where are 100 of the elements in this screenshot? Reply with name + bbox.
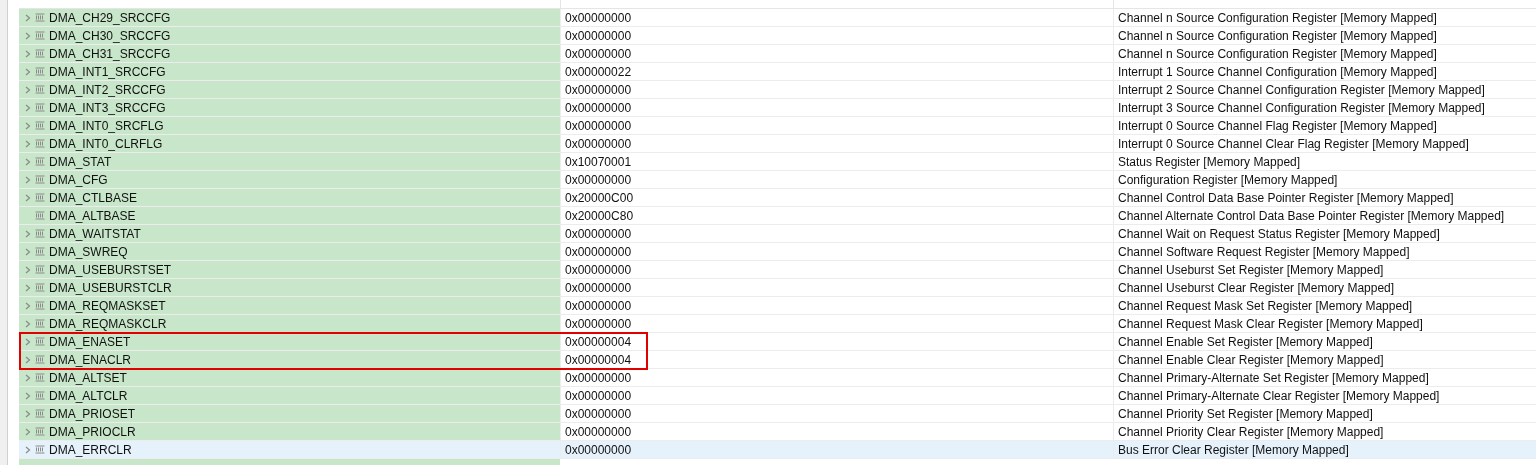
register-icon xyxy=(35,211,45,220)
register-row[interactable]: DMA_WAITSTAT 0x00000000 Channel Wait on Request Status Register [Memory Mapped] xyxy=(19,225,1536,243)
register-row[interactable]: DMA_CH29_SRCCFG 0x00000000 Channel n Source Configuration Register [Memory Mapped] xyxy=(19,9,1536,27)
register-description: Interrupt 0 Source Channel Clear Flag Register [Memory Mapped] xyxy=(1118,135,1469,153)
chevron-icon[interactable] xyxy=(25,103,31,112)
register-name: DMA_INT0_CLRFLG xyxy=(49,135,163,153)
register-row[interactable]: DMA_INT0_CLRFLG 0x00000000 Interrupt 0 Source Channel Clear Flag Register [Memory Mapped] xyxy=(19,135,1536,153)
register-row[interactable]: DMA_ALTCLR 0x00000000 Channel Primary-Alternate Clear Register [Memory Mapped] xyxy=(19,387,1536,405)
register-name: DMA_CTLBASE xyxy=(49,189,138,207)
register-name: DMA_REQMASKCLR xyxy=(49,315,167,333)
register-description: Interrupt 1 Source Channel Configuration [Memory Mapped] xyxy=(1118,63,1437,81)
register-name: DMA_ENASET xyxy=(49,333,131,351)
register-description: Channel Primary-Alternate Clear Register [Memory Mapped] xyxy=(1118,387,1440,405)
chevron-icon[interactable] xyxy=(25,67,31,76)
chevron-icon[interactable] xyxy=(25,13,31,22)
register-description: Channel Useburst Set Register [Memory Mapped] xyxy=(1118,261,1384,279)
register-row[interactable]: DMA_PRIOCLR 0x00000000 Channel Priority Clear Register [Memory Mapped] xyxy=(19,423,1536,441)
chevron-icon[interactable] xyxy=(25,139,31,148)
register-value: 0x00000004 xyxy=(565,351,632,369)
chevron-icon[interactable] xyxy=(25,301,31,310)
register-icon xyxy=(35,13,45,22)
register-value: 0x00000000 xyxy=(565,45,632,63)
register-row[interactable]: DMA_ALTSET 0x00000000 Channel Primary-Alternate Set Register [Memory Mapped] xyxy=(19,369,1536,387)
register-value: 0x00000022 xyxy=(565,63,632,81)
register-value: 0x00000000 xyxy=(565,423,632,441)
chevron-icon[interactable] xyxy=(25,391,31,400)
chevron-icon[interactable] xyxy=(25,427,31,436)
chevron-icon[interactable] xyxy=(25,319,31,328)
register-name: DMA_INT2_SRCCFG xyxy=(49,81,166,99)
register-value: 0x00000000 xyxy=(565,9,632,27)
chevron-icon[interactable] xyxy=(25,49,31,58)
register-row[interactable]: DMA_CH30_SRCCFG 0x00000000 Channel n Source Configuration Register [Memory Mapped] xyxy=(19,27,1536,45)
register-description: Channel Priority Set Register [Memory Mapped] xyxy=(1118,405,1373,423)
register-description: Interrupt 2 Source Channel Configuration Register [Memory Mapped] xyxy=(1118,81,1485,99)
register-name: DMA_INT0_SRCFLG xyxy=(49,117,164,135)
register-row[interactable]: DMA_ERRCLR 0x00000000 Bus Error Clear Register [Memory Mapped] xyxy=(19,441,1536,459)
register-name: DMA_CFG xyxy=(49,171,108,189)
register-row[interactable]: DMA_USEBURSTSET 0x00000000 Channel Useburst Set Register [Memory Mapped] xyxy=(19,261,1536,279)
register-description: Channel n Source Configuration Register [Memory Mapped] xyxy=(1118,45,1437,63)
register-name: DMA_CH31_SRCCFG xyxy=(49,45,171,63)
register-row[interactable]: DMA_INT1_SRCCFG 0x00000022 Interrupt 1 Source Channel Configuration [Memory Mapped] xyxy=(19,63,1536,81)
register-icon xyxy=(35,265,45,274)
chevron-icon[interactable] xyxy=(25,85,31,94)
register-value: 0x00000000 xyxy=(565,27,632,45)
chevron-icon[interactable] xyxy=(25,247,31,256)
register-description: Interrupt 0 Source Channel Flag Register [Memory Mapped] xyxy=(1118,117,1437,135)
chevron-icon[interactable] xyxy=(25,265,31,274)
chevron-icon[interactable] xyxy=(25,283,31,292)
chevron-icon[interactable] xyxy=(25,355,31,364)
register-icon xyxy=(35,427,45,436)
register-name: DMA_PRIOCLR xyxy=(49,423,136,441)
register-icon xyxy=(35,49,45,58)
chevron-icon[interactable] xyxy=(25,337,31,346)
register-icon xyxy=(35,85,45,94)
register-icon xyxy=(35,31,45,40)
register-row[interactable]: DMA_CH31_SRCCFG 0x00000000 Channel n Source Configuration Register [Memory Mapped] xyxy=(19,45,1536,63)
register-description: Channel Wait on Request Status Register [Memory Mapped] xyxy=(1118,225,1440,243)
register-icon xyxy=(35,175,45,184)
register-row[interactable]: DMA_INT3_SRCCFG 0x00000000 Interrupt 3 Source Channel Configuration Register [Memory Mapped] xyxy=(19,99,1536,117)
register-row[interactable]: DMA_INT0_SRCFLG 0x00000000 Interrupt 0 Source Channel Flag Register [Memory Mapped] xyxy=(19,117,1536,135)
register-row[interactable]: DMA_CTLBASE 0x20000C00 Channel Control Data Base Pointer Register [Memory Mapped] xyxy=(19,189,1536,207)
register-value: 0x00000000 xyxy=(565,135,632,153)
chevron-icon[interactable] xyxy=(25,373,31,382)
register-row[interactable]: DMA_ALTBASE 0x20000C80 Channel Alternate Control Data Base Pointer Register [Memory Mapped] xyxy=(19,207,1536,225)
chevron-icon[interactable] xyxy=(25,31,31,40)
register-description: Bus Error Clear Register [Memory Mapped] xyxy=(1118,441,1349,459)
register-row[interactable]: DMA_REQMASKSET 0x00000000 Channel Request Mask Set Register [Memory Mapped] xyxy=(19,297,1536,315)
chevron-icon[interactable] xyxy=(25,193,31,202)
register-row[interactable]: DMA_ENACLR 0x00000004 Channel Enable Clear Register [Memory Mapped] xyxy=(19,351,1536,369)
register-description: Channel Request Mask Set Register [Memory Mapped] xyxy=(1118,297,1413,315)
chevron-icon[interactable] xyxy=(25,445,31,454)
chevron-icon[interactable] xyxy=(25,157,31,166)
register-row[interactable]: DMA_CFG 0x00000000 Configuration Register [Memory Mapped] xyxy=(19,171,1536,189)
chevron-icon[interactable] xyxy=(25,121,31,130)
register-row[interactable]: DMA_PRIOSET 0x00000000 Channel Priority Set Register [Memory Mapped] xyxy=(19,405,1536,423)
register-value: 0x00000000 xyxy=(565,225,632,243)
register-row[interactable]: DMA_STAT 0x10070001 Status Register [Memory Mapped] xyxy=(19,153,1536,171)
chevron-icon[interactable] xyxy=(25,229,31,238)
register-icon xyxy=(35,373,45,382)
register-icon xyxy=(35,247,45,256)
register-name: DMA_INT1_SRCCFG xyxy=(49,63,166,81)
register-icon xyxy=(35,67,45,76)
register-description: Channel Primary-Alternate Set Register [Memory Mapped] xyxy=(1118,369,1429,387)
register-row[interactable]: DMA_USEBURSTCLR 0x00000000 Channel Useburst Clear Register [Memory Mapped] xyxy=(19,279,1536,297)
register-row[interactable]: DMA_SWREQ 0x00000000 Channel Software Request Register [Memory Mapped] xyxy=(19,243,1536,261)
register-icon xyxy=(35,355,45,364)
register-name: DMA_ENACLR xyxy=(49,351,132,369)
register-row[interactable]: DMA_ENASET 0x00000004 Channel Enable Set Register [Memory Mapped] xyxy=(19,333,1536,351)
register-name: DMA_INT3_SRCCFG xyxy=(49,99,166,117)
register-icon xyxy=(35,229,45,238)
register-icon xyxy=(35,409,45,418)
register-description: Channel n Source Configuration Register [Memory Mapped] xyxy=(1118,27,1437,45)
register-name: DMA_CH30_SRCCFG xyxy=(49,27,171,45)
register-icon xyxy=(35,121,45,130)
register-value: 0x20000C00 xyxy=(565,189,634,207)
register-row[interactable]: DMA_INT2_SRCCFG 0x00000000 Interrupt 2 Source Channel Configuration Register [Memory Mapped] xyxy=(19,81,1536,99)
register-value: 0x00000000 xyxy=(565,369,632,387)
register-row[interactable]: DMA_REQMASKCLR 0x00000000 Channel Request Mask Clear Register [Memory Mapped] xyxy=(19,315,1536,333)
chevron-icon[interactable] xyxy=(25,175,31,184)
chevron-icon[interactable] xyxy=(25,409,31,418)
